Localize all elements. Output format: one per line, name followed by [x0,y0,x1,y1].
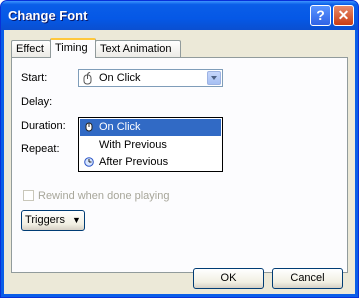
triggers-label: Triggers [25,214,65,226]
duration-label: Duration: [21,120,66,132]
close-button[interactable]: ✕ [333,5,354,26]
tab-text-animation[interactable]: Text Animation [95,40,181,57]
mouse-icon [83,72,92,85]
timing-panel: Start: On Click Delay: Duration: Repeat: [11,57,348,273]
start-dropdown[interactable]: On Click [78,69,223,87]
triggers-button[interactable]: Triggers ▼ [21,210,85,231]
title-bar: Change Font ? ✕ [1,1,358,30]
rewind-checkbox[interactable] [23,190,34,201]
start-options-list: On Click With Previous After Previous [78,117,223,172]
option-label: On Click [99,121,141,133]
option-on-click[interactable]: On Click [80,119,221,136]
delay-label: Delay: [21,96,53,108]
dialog-window: Change Font ? ✕ Effect Timing Text Anima… [0,0,359,298]
rewind-label: Rewind when done playing [38,190,170,202]
option-after-previous[interactable]: After Previous [80,154,221,171]
start-dropdown-value: On Click [99,72,141,84]
chevron-down-icon[interactable] [207,71,221,85]
ok-button[interactable]: OK [193,268,264,289]
double-chevron-down-icon: ▼ [72,215,81,225]
start-label: Start: [21,72,48,84]
tab-effect[interactable]: Effect [11,40,51,57]
repeat-label: Repeat: [21,143,60,155]
dialog-title: Change Font [8,8,88,23]
dialog-body: Effect Timing Text Animation Start: On C… [4,30,355,294]
option-with-previous[interactable]: With Previous [80,137,221,154]
option-label: With Previous [99,139,167,151]
mouse-icon [85,122,93,132]
tab-timing[interactable]: Timing [50,38,96,58]
option-label: After Previous [99,156,169,168]
cancel-button[interactable]: Cancel [272,268,343,289]
clock-icon [84,157,94,167]
help-button[interactable]: ? [310,5,331,26]
